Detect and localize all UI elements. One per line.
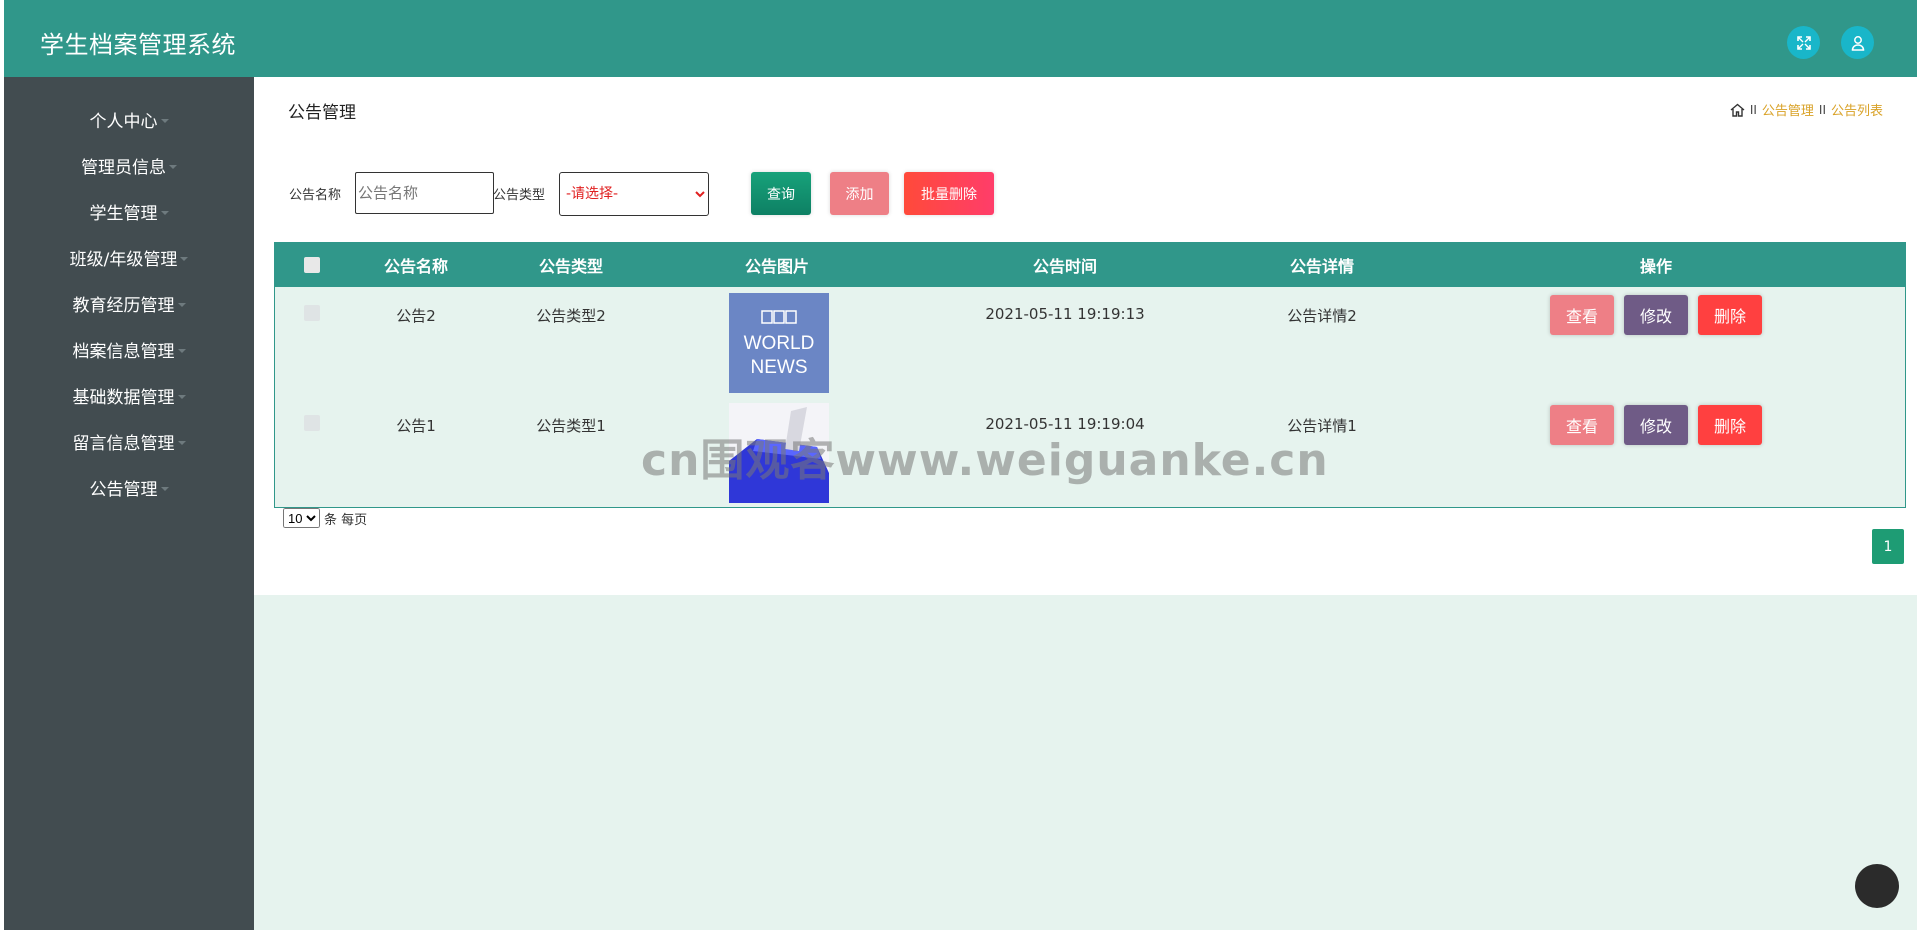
caret-down-icon [180,257,189,261]
watermark-text: cn围观客www.weiguanke.cn [641,435,1329,486]
view-button[interactable]: 查看 [1550,405,1614,445]
sidebar-item-personal-center[interactable]: 个人中心 [4,102,254,136]
sidebar-item-label: 留言信息管理 [72,433,175,454]
caret-down-icon [160,211,169,215]
announcement-image: WORLD NEWS [729,293,829,393]
home-icon[interactable] [1730,103,1745,117]
app-frame: 学生档案管理系统 个人中心 管理员信息 学生管理 班级/年级管理 教育经历管理 … [4,0,1917,930]
name-search-input[interactable] [355,172,494,214]
user-menu-button[interactable] [1841,26,1874,59]
bbc-world-news-image: WORLD NEWS [729,293,829,393]
breadcrumb-separator: II [1749,102,1757,117]
sidebar-item-label: 学生管理 [89,203,158,224]
sidebar-item-label: 个人中心 [89,111,158,132]
column-header-image: 公告图片 [744,257,809,276]
breadcrumb-announcement-management[interactable]: 公告管理 [1762,100,1814,119]
batch-delete-button[interactable]: 批量删除 [904,172,994,215]
table-row: 公告2 公告类型2 WORLD NEWS 2021-05-11 19:19:13… [275,287,1905,397]
cell-type: 公告类型2 [536,307,606,325]
page-button-current[interactable]: 1 [1872,529,1904,564]
row-checkbox[interactable] [304,415,320,431]
breadcrumb-separator: II [1818,102,1826,117]
row-checkbox[interactable] [304,305,320,321]
sidebar-item-archive-info[interactable]: 档案信息管理 [4,332,254,366]
sidebar-item-basic-data[interactable]: 基础数据管理 [4,378,254,412]
sidebar: 个人中心 管理员信息 学生管理 班级/年级管理 教育经历管理 档案信息管理 基础… [4,77,254,930]
column-header-type: 公告类型 [538,257,603,276]
caret-down-icon [160,119,169,123]
caret-down-icon [177,349,186,353]
column-header-name: 公告名称 [383,257,448,276]
top-bar: 学生档案管理系统 [4,0,1917,77]
sidebar-item-label: 档案信息管理 [72,341,175,362]
type-select[interactable]: -请选择- [559,172,709,216]
column-header-actions: 操作 [1639,257,1672,276]
sidebar-item-label: 班级/年级管理 [69,249,178,270]
sidebar-item-label: 公告管理 [89,479,158,500]
column-header-time: 公告时间 [1032,257,1097,276]
cell-detail: 公告详情2 [1287,307,1357,325]
table-header: 公告名称 公告类型 公告图片 公告时间 公告详情 操作 [275,243,1905,287]
caret-down-icon [177,395,186,399]
floating-action-button[interactable] [1855,864,1899,908]
caret-down-icon [177,303,186,307]
sidebar-item-student-management[interactable]: 学生管理 [4,194,254,228]
sidebar-item-admin-info[interactable]: 管理员信息 [4,148,254,182]
column-header-detail: 公告详情 [1289,257,1354,276]
delete-button[interactable]: 删除 [1698,295,1762,335]
sidebar-item-announcements[interactable]: 公告管理 [4,470,254,504]
page-title: 公告管理 [288,103,356,123]
query-button[interactable]: 查询 [751,172,811,215]
breadcrumb-announcement-list[interactable]: 公告列表 [1831,100,1883,119]
sidebar-item-education-history[interactable]: 教育经历管理 [4,286,254,320]
svg-text:WORLD: WORLD [744,333,815,354]
type-filter-label: 公告类型 [493,188,546,203]
cell-name: 公告1 [396,417,436,435]
cell-type: 公告类型1 [536,417,606,435]
sidebar-item-label: 教育经历管理 [72,295,175,316]
svg-text:NEWS: NEWS [751,357,808,378]
sidebar-item-messages[interactable]: 留言信息管理 [4,424,254,458]
user-icon [1851,35,1864,51]
page-size-select[interactable]: 10 [283,508,320,528]
name-filter-label: 公告名称 [289,188,342,203]
caret-down-icon [169,165,177,169]
caret-down-icon [160,487,169,491]
view-button[interactable]: 查看 [1550,295,1614,335]
add-button[interactable]: 添加 [830,172,889,215]
edit-button[interactable]: 修改 [1624,295,1688,335]
sidebar-item-class-grade[interactable]: 班级/年级管理 [4,240,254,274]
cell-time: 2021-05-11 19:19:13 [985,305,1145,323]
delete-button[interactable]: 删除 [1698,405,1762,445]
per-page-label: 条 每页 [324,512,368,528]
page-size-control: 10 条 每页 [283,508,367,528]
fullscreen-button[interactable] [1787,26,1820,59]
caret-down-icon [177,441,186,445]
breadcrumb: II 公告管理 II 公告列表 [1730,100,1883,119]
sidebar-item-label: 管理员信息 [81,157,166,178]
expand-icon [1796,35,1811,50]
select-all-checkbox[interactable] [304,257,320,273]
edit-button[interactable]: 修改 [1624,405,1688,445]
sidebar-item-label: 基础数据管理 [72,387,175,408]
app-title: 学生档案管理系统 [40,31,236,59]
cell-name: 公告2 [396,307,436,325]
